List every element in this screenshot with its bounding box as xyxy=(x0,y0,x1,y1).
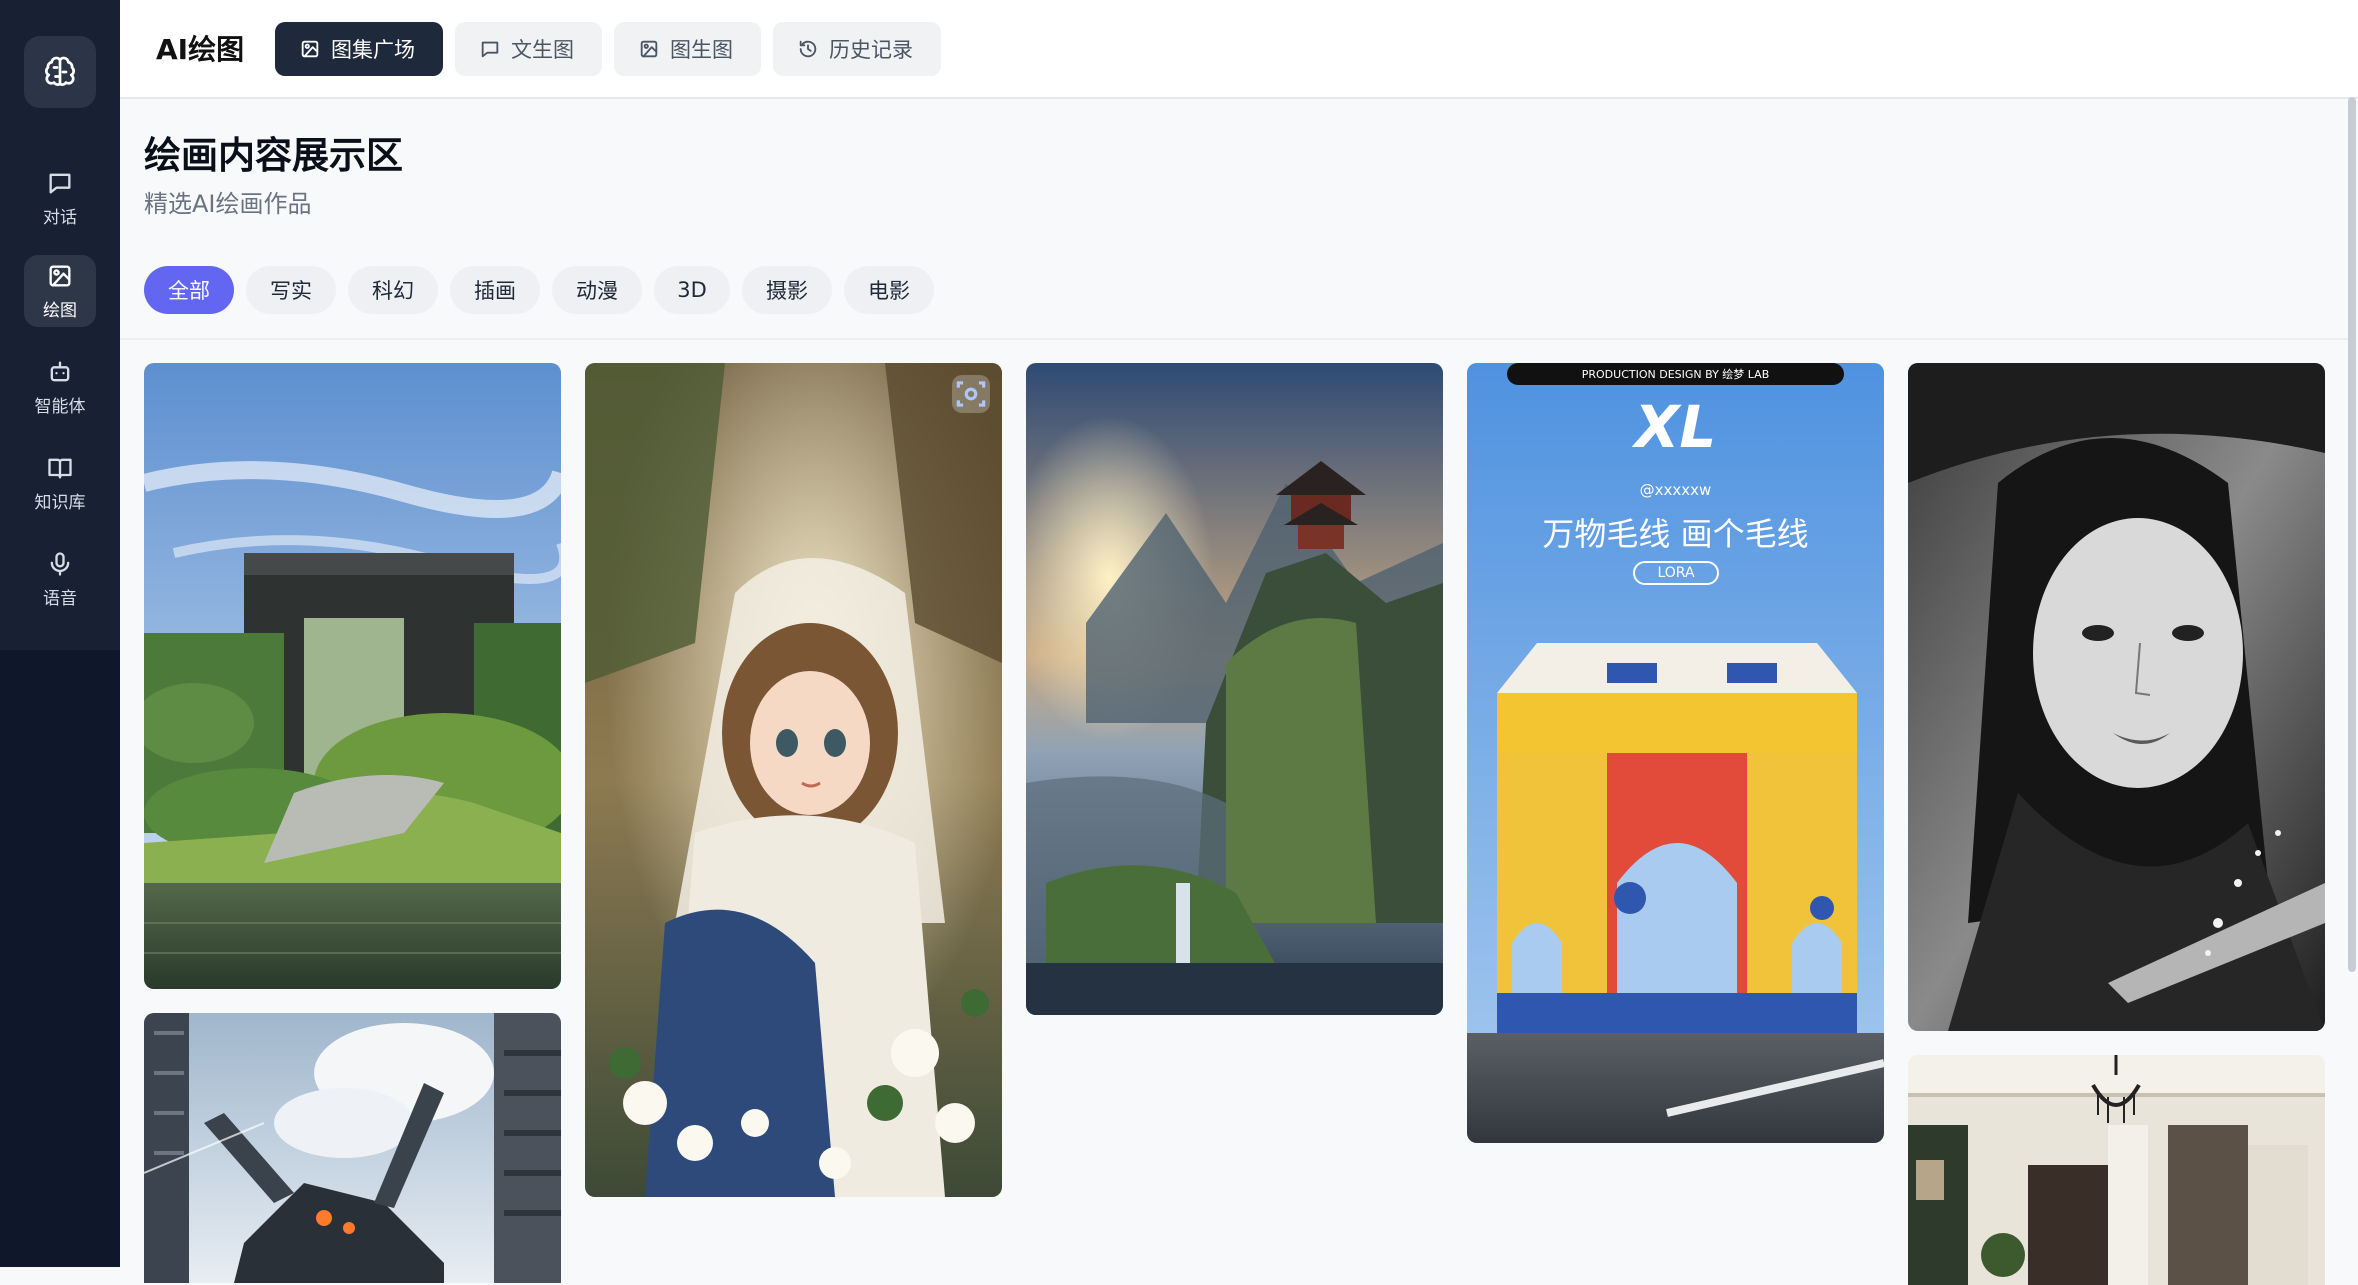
garden-image xyxy=(144,363,561,989)
poster-slogan: 万物毛线 画个毛线 xyxy=(1542,515,1809,553)
filter-chip-anime[interactable]: 动漫 xyxy=(552,266,642,314)
landscape-image xyxy=(1026,363,1443,1015)
sidebar-item-label: 知识库 xyxy=(34,492,86,513)
filter-chip-realistic[interactable]: 写实 xyxy=(246,266,336,314)
portrait-image xyxy=(1908,363,2325,1031)
gallery-card-portrait[interactable] xyxy=(1908,363,2325,1031)
top-bar: AI绘图 图集广场 文生图 图生图 历史记录 xyxy=(120,0,2358,99)
brain-icon xyxy=(44,56,76,86)
chat-bubble-icon xyxy=(49,173,71,193)
bot-icon xyxy=(50,361,70,381)
scrollbar[interactable] xyxy=(2348,97,2356,972)
filter-chip-all[interactable]: 全部 xyxy=(144,266,234,314)
tab-gallery[interactable]: 图集广场 xyxy=(275,22,443,76)
gallery-card-garden[interactable] xyxy=(144,363,561,989)
sidebar-item-agent[interactable]: 智能体 xyxy=(24,351,96,423)
tab-label: 历史记录 xyxy=(829,38,913,62)
tab-image-to-image[interactable]: 图生图 xyxy=(614,22,761,76)
filter-chip-photography[interactable]: 摄影 xyxy=(742,266,832,314)
sidebar-item-chat[interactable]: 对话 xyxy=(24,162,96,234)
sidebar-item-voice[interactable]: 语音 xyxy=(24,543,96,615)
image-icon xyxy=(49,265,71,286)
interior-image xyxy=(1908,1055,2325,1285)
tab-history[interactable]: 历史记录 xyxy=(773,22,941,76)
poster-handle: @xxxxxw xyxy=(1639,481,1712,499)
sidebar-item-draw[interactable]: 绘图 xyxy=(24,255,96,327)
logo[interactable] xyxy=(24,36,96,108)
book-icon xyxy=(48,458,72,478)
page-subtitle: 精选AI绘画作品 xyxy=(144,190,312,218)
gallery-card-robot[interactable] xyxy=(144,1013,561,1283)
image-icon xyxy=(301,40,319,58)
arch-image xyxy=(1467,363,1884,1143)
app-title: AI绘图 xyxy=(156,33,245,66)
microphone-icon xyxy=(50,551,70,576)
sidebar-item-label: 智能体 xyxy=(34,396,86,417)
gallery-card-anime-girl[interactable] xyxy=(585,363,1002,1197)
poster-title: XL xyxy=(1634,393,1717,461)
sidebar-item-label: 对话 xyxy=(43,207,77,228)
image-action-button[interactable] xyxy=(952,375,990,413)
sidebar-item-label: 语音 xyxy=(43,588,77,609)
sidebar: 对话 绘图 智能体 知识库 语音 xyxy=(0,0,120,1267)
image-icon xyxy=(640,40,658,58)
tab-text-to-image[interactable]: 文生图 xyxy=(455,22,602,76)
history-icon xyxy=(799,40,817,58)
anime-girl-image xyxy=(585,363,1002,1197)
chat-bubble-icon xyxy=(481,41,499,58)
sidebar-item-label: 绘图 xyxy=(43,300,77,321)
poster-banner: PRODUCTION DESIGN BY 绘梦 LAB xyxy=(1581,368,1770,381)
tab-label: 文生图 xyxy=(511,38,574,62)
scan-icon xyxy=(956,381,986,407)
tab-label: 图生图 xyxy=(670,38,733,62)
poster-tag: LORA xyxy=(1633,561,1719,585)
gallery-card-interior[interactable] xyxy=(1908,1055,2325,1285)
tab-label: 图集广场 xyxy=(331,38,415,62)
filter-chip-3d[interactable]: 3D xyxy=(654,266,730,314)
sidebar-item-knowledge[interactable]: 知识库 xyxy=(24,447,96,519)
filter-chip-movie[interactable]: 电影 xyxy=(844,266,934,314)
gallery-card-poster[interactable]: PRODUCTION DESIGN BY 绘梦 LAB XL @xxxxxw 万… xyxy=(1467,363,1884,1143)
filter-chip-illustration[interactable]: 插画 xyxy=(450,266,540,314)
page-title: 绘画内容展示区 xyxy=(144,134,403,177)
gallery-card-landscape[interactable] xyxy=(1026,363,1443,1015)
filter-chip-scifi[interactable]: 科幻 xyxy=(348,266,438,314)
divider xyxy=(120,338,2352,340)
robot-image xyxy=(144,1013,561,1283)
